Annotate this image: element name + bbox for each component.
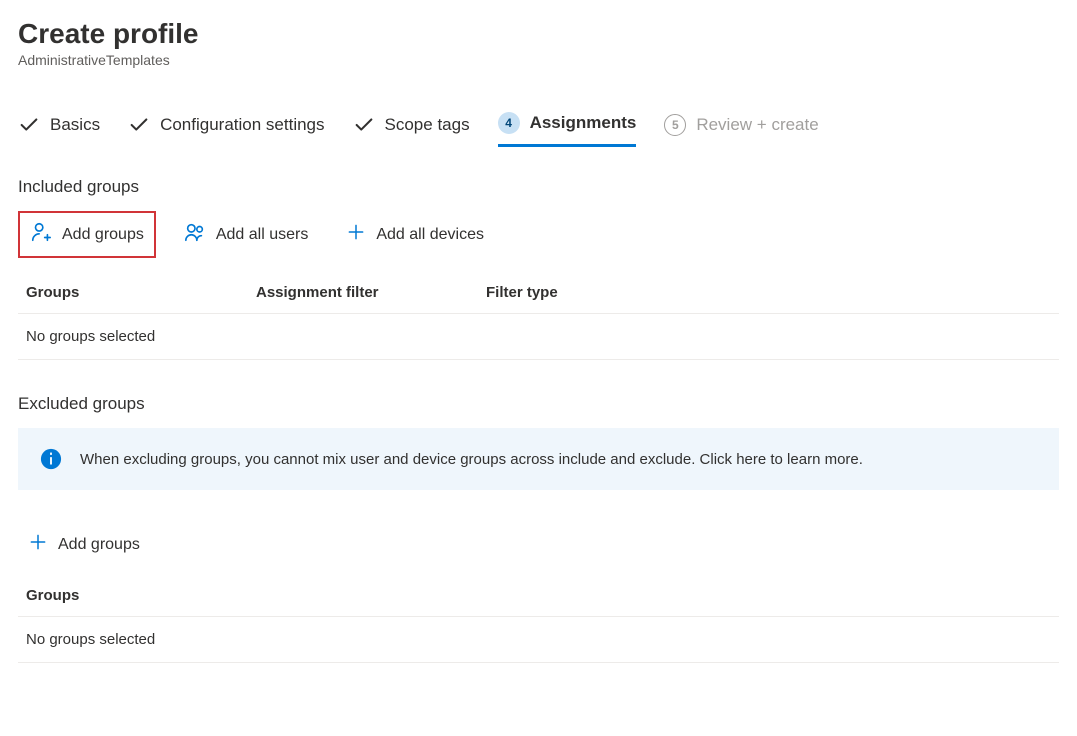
info-text: When excluding groups, you cannot mix us… (80, 451, 863, 468)
exclude-info-box[interactable]: When excluding groups, you cannot mix us… (18, 428, 1059, 490)
step-number-badge: 5 (664, 114, 686, 136)
step-label: Scope tags (385, 115, 470, 135)
step-label: Configuration settings (160, 115, 324, 135)
step-label: Basics (50, 115, 100, 135)
included-action-bar: Add groups Add all users Add all devices (18, 211, 1059, 258)
page-title: Create profile (18, 18, 1059, 50)
col-groups: Groups (26, 284, 256, 301)
col-filter-type: Filter type (486, 284, 1051, 301)
step-review-create: 5 Review + create (664, 114, 818, 146)
step-config-settings[interactable]: Configuration settings (128, 114, 324, 146)
excluded-empty-row: No groups selected (18, 617, 1059, 663)
wizard-steps: Basics Configuration settings Scope tags… (18, 112, 1059, 147)
plus-icon (28, 532, 48, 557)
included-table-header: Groups Assignment filter Filter type (18, 276, 1059, 314)
add-all-users-button[interactable]: Add all users (174, 211, 319, 258)
step-assignments[interactable]: 4 Assignments (498, 112, 637, 147)
included-groups-heading: Included groups (18, 177, 1059, 197)
check-icon (18, 114, 40, 136)
page-subtitle: AdministrativeTemplates (18, 52, 1059, 68)
button-label: Add groups (62, 226, 144, 244)
add-all-devices-button[interactable]: Add all devices (336, 211, 494, 258)
check-icon (353, 114, 375, 136)
person-plus-icon (30, 221, 52, 248)
step-label: Assignments (530, 113, 637, 133)
button-label: Add all devices (376, 226, 484, 244)
excluded-groups-heading: Excluded groups (18, 394, 1059, 414)
info-icon (40, 448, 62, 470)
step-number-badge: 4 (498, 112, 520, 134)
excluded-add-groups-button[interactable]: Add groups (18, 524, 150, 565)
step-scope-tags[interactable]: Scope tags (353, 114, 470, 146)
people-icon (184, 221, 206, 248)
button-label: Add all users (216, 226, 309, 244)
button-label: Add groups (58, 536, 140, 554)
excluded-groups-column: Groups (18, 579, 1059, 617)
step-label: Review + create (696, 115, 818, 135)
plus-icon (346, 222, 366, 247)
included-empty-row: No groups selected (18, 314, 1059, 360)
col-assignment-filter: Assignment filter (256, 284, 486, 301)
add-groups-button[interactable]: Add groups (18, 211, 156, 258)
check-icon (128, 114, 150, 136)
step-basics[interactable]: Basics (18, 114, 100, 146)
